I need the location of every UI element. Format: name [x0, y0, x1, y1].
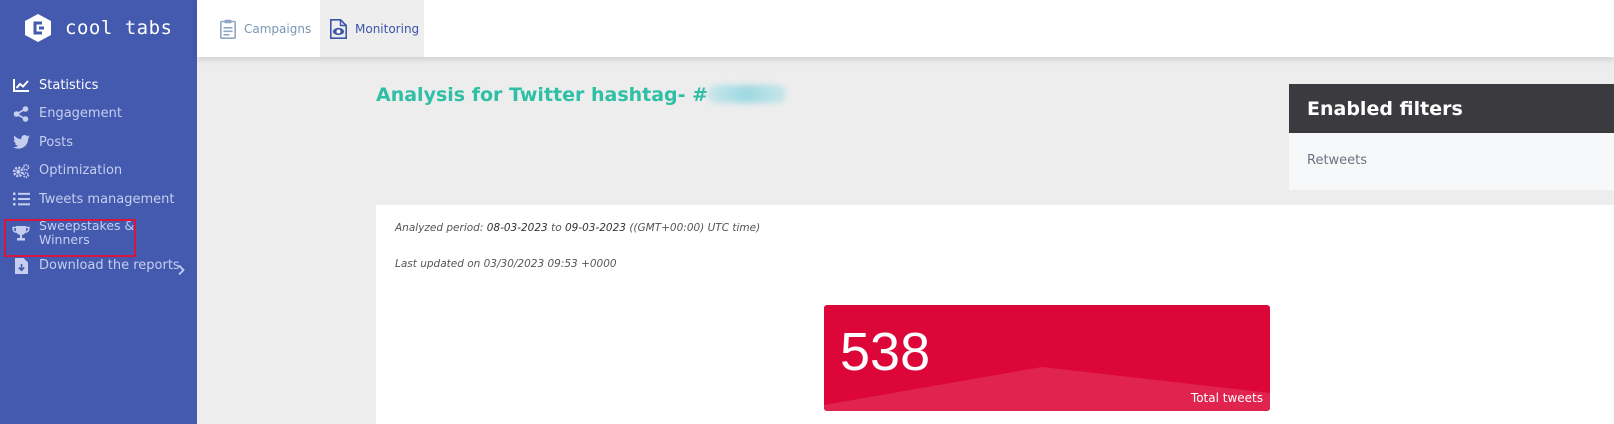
chevron-right-icon[interactable] [177, 264, 185, 276]
tab-campaigns[interactable]: Campaigns [220, 0, 311, 57]
page-title-text: Analysis for Twitter hashtag- # [376, 84, 709, 106]
analysis-card: Analyzed period: 08-03-2023 to 09-03-202… [376, 205, 1614, 424]
sidebar-item-optimization[interactable]: Optimization [0, 157, 197, 186]
eye-document-icon [330, 18, 347, 39]
enabled-filters-panel: Enabled filters Retweets [1289, 84, 1614, 190]
chart-line-icon [12, 77, 30, 93]
stat-value: 538 [840, 322, 931, 382]
logo-icon [25, 14, 51, 42]
tab-label: Monitoring [355, 21, 420, 36]
page-title: Analysis for Twitter hashtag- # [376, 84, 787, 106]
sidebar-item-sweepstakes-winners[interactable]: Sweepstakes & Winners [0, 214, 197, 252]
gears-icon [12, 163, 30, 179]
period-prefix: Analyzed period: [395, 222, 487, 234]
period-from: 08-03-2023 [486, 222, 548, 234]
sidebar-item-tweets-management[interactable]: Tweets management [0, 185, 197, 214]
period-timezone: ((GMT+00:00) UTC time) [625, 222, 761, 234]
clipboard-icon [220, 19, 236, 39]
sidebar-item-label: Statistics [39, 77, 99, 93]
trophy-icon [12, 225, 30, 241]
sidebar-item-label: Download the reports [39, 258, 180, 274]
download-file-icon [12, 257, 30, 274]
stat-label: Total tweets [1190, 391, 1263, 405]
period-to-word: to [547, 222, 565, 234]
total-tweets-stat: 538 Total tweets [824, 305, 1270, 411]
sidebar-item-label: Engagement [39, 106, 122, 122]
sidebar-item-label: Posts [39, 134, 73, 150]
brand-name: cool tabs [65, 17, 173, 39]
sidebar-item-download-reports[interactable]: Download the reports [0, 252, 197, 281]
brand[interactable]: cool tabs [0, 0, 197, 56]
sidebar-item-label: Tweets management [39, 191, 175, 207]
enabled-filters-title: Enabled filters [1289, 84, 1614, 133]
last-updated: Last updated on 03/30/2023 09:53 +0000 [395, 258, 617, 270]
analyzed-period: Analyzed period: 08-03-2023 to 09-03-202… [395, 222, 760, 234]
tab-label: Campaigns [244, 21, 312, 36]
share-icon [12, 105, 30, 122]
sidebar: cool tabs Statistics Engagement Posts Op… [0, 0, 197, 424]
sidebar-item-label: Optimization [39, 163, 123, 179]
top-bar: Campaigns Monitoring [197, 0, 1614, 57]
tab-monitoring[interactable]: Monitoring [320, 0, 424, 57]
sidebar-item-statistics[interactable]: Statistics [0, 71, 197, 100]
period-to: 09-03-2023 [564, 222, 626, 234]
list-icon [12, 191, 30, 207]
blurred-hashtag [708, 85, 787, 103]
sidebar-item-posts[interactable]: Posts [0, 128, 197, 157]
sidebar-item-label: Sweepstakes & Winners [39, 217, 135, 247]
twitter-icon [12, 134, 30, 150]
sidebar-nav: Statistics Engagement Posts Optimization… [0, 71, 197, 280]
sidebar-item-engagement[interactable]: Engagement [0, 100, 197, 129]
filter-item-retweets: Retweets [1307, 153, 1368, 168]
